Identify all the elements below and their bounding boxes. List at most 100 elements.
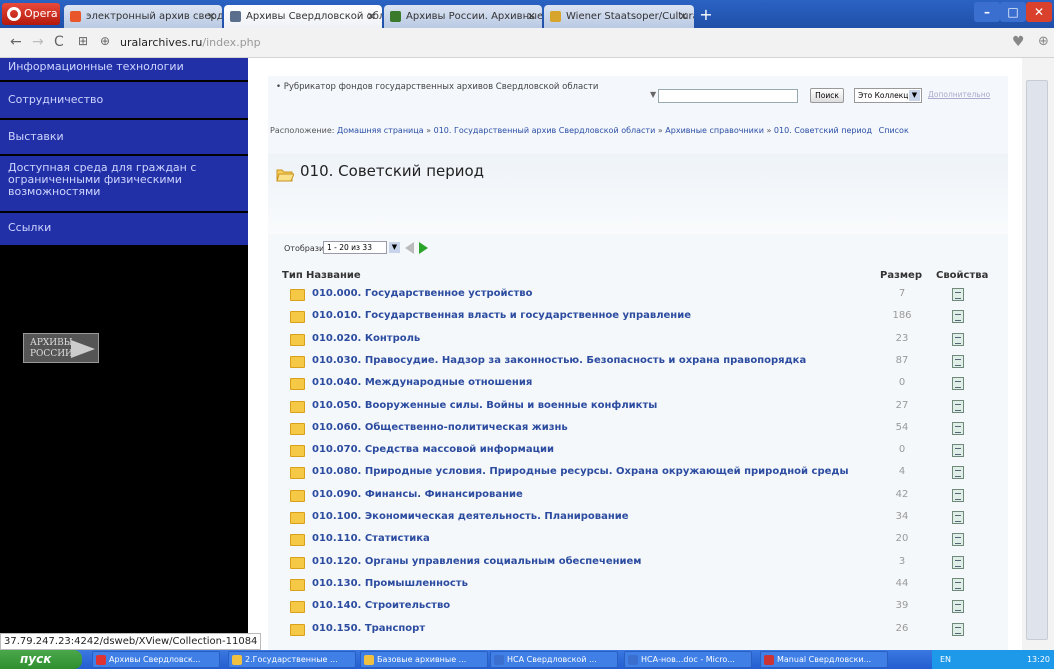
properties-icon[interactable]: [952, 488, 964, 502]
row-name-link[interactable]: 010.110. Статистика: [312, 533, 430, 544]
properties-icon[interactable]: [952, 577, 964, 591]
table-row: 010.150. Транспорт 26: [280, 619, 1000, 641]
properties-icon[interactable]: [952, 555, 964, 569]
folder-icon: [290, 512, 305, 524]
column-header-name[interactable]: Название: [306, 270, 361, 281]
tab-sverdlovsk-archives[interactable]: Архивы Свердловской обл ✕: [224, 5, 382, 28]
folder-icon: [290, 378, 305, 391]
breadcrumb-reference-link[interactable]: Архивные справочники: [665, 126, 764, 135]
row-name-link[interactable]: 010.070. Средства массовой информации: [312, 444, 554, 455]
task-app-icon: [494, 655, 504, 665]
new-tab-button[interactable]: +: [696, 5, 716, 25]
site-info-icon[interactable]: ⊕: [100, 34, 110, 48]
properties-icon[interactable]: [952, 354, 964, 368]
collection-select[interactable]: Это Коллекция ▼: [854, 88, 922, 103]
taskbar: пуск Архивы Свердловск... 2.Государственн…: [0, 650, 1054, 669]
close-tab-icon[interactable]: ✕: [527, 5, 536, 28]
start-button[interactable]: пуск: [0, 650, 82, 669]
search-button[interactable]: Поиск: [810, 88, 844, 103]
row-name-link[interactable]: 010.010. Государственная власть и госуда…: [312, 310, 691, 321]
properties-icon[interactable]: [952, 622, 964, 636]
sidebar-item-it[interactable]: Информационные технологии: [0, 58, 248, 80]
taskbar-task[interactable]: НСА-нов...doc - Micro...: [624, 651, 752, 668]
back-icon[interactable]: ←: [10, 34, 22, 50]
advanced-search-link[interactable]: Дополнительно: [928, 90, 990, 99]
download-icon[interactable]: ⊕: [1038, 34, 1049, 49]
close-tab-icon[interactable]: ✕: [679, 5, 688, 28]
properties-icon[interactable]: [952, 511, 964, 524]
sidebar-item-cooperation[interactable]: Сотрудничество: [0, 82, 248, 118]
row-name-link[interactable]: 010.100. Экономическая деятельность. Пла…: [312, 511, 629, 522]
taskbar-task[interactable]: Архивы Свердловск...: [92, 651, 220, 668]
opera-menu-button[interactable]: Opera: [2, 3, 60, 25]
maximize-button[interactable]: □: [1000, 2, 1026, 22]
row-name-link[interactable]: 010.120. Органы управления социальным об…: [312, 556, 641, 567]
tab-wiener-staatsoper[interactable]: Wiener Staatsoper/Cultural ✕: [544, 5, 694, 28]
row-name-link[interactable]: 010.130. Промышленность: [312, 578, 468, 589]
rubricator-link[interactable]: • Рубрикатор фондов государственных архи…: [276, 82, 598, 92]
breadcrumb-list-link[interactable]: Список: [879, 126, 909, 135]
row-name-link[interactable]: 010.030. Правосудие. Надзор за законност…: [312, 355, 806, 366]
properties-icon[interactable]: [952, 332, 964, 346]
taskbar-task[interactable]: 2.Государственные ...: [228, 651, 356, 668]
column-header-type[interactable]: Тип: [282, 270, 303, 281]
column-header-properties[interactable]: Свойства: [936, 270, 988, 281]
bookmark-heart-icon[interactable]: ♥: [1012, 34, 1025, 50]
properties-icon[interactable]: [952, 377, 964, 391]
sidebar-item-label-line: возможностями: [8, 185, 101, 198]
prev-page-icon[interactable]: [405, 242, 414, 254]
close-tab-icon[interactable]: ✕: [367, 5, 376, 28]
row-name-link[interactable]: 010.040. Международные отношения: [312, 377, 532, 388]
row-name-link[interactable]: 010.140. Строительство: [312, 600, 450, 611]
properties-icon[interactable]: [952, 533, 964, 547]
row-name-link[interactable]: 010.090. Финансы. Финансирование: [312, 489, 523, 500]
sidebar-item-links[interactable]: Ссылки: [0, 213, 248, 245]
folder-icon: [290, 623, 305, 636]
row-name-link[interactable]: 010.060. Общественно-политическая жизнь: [312, 422, 568, 433]
pager-select[interactable]: 1 - 20 из 33: [323, 241, 387, 254]
properties-icon[interactable]: [952, 310, 964, 324]
vertical-scrollbar[interactable]: [1022, 58, 1054, 650]
properties-icon[interactable]: [952, 466, 964, 480]
folder-icon: [290, 489, 305, 502]
close-window-button[interactable]: ✕: [1026, 2, 1052, 22]
row-name-link[interactable]: 010.150. Транспорт: [312, 623, 425, 634]
close-tab-icon[interactable]: ✕: [207, 5, 216, 28]
url-field[interactable]: uralarchives.ru/index.php: [120, 36, 261, 49]
properties-icon[interactable]: [952, 421, 964, 435]
row-name-link[interactable]: 010.000. Государственное устройство: [312, 288, 532, 299]
properties-icon[interactable]: [952, 288, 964, 301]
archives-of-russia-banner[interactable]: АРХИВЫ РОССИИ: [23, 333, 99, 363]
tab-russian-archives[interactable]: Архивы России. Архивные ✕: [384, 5, 542, 28]
properties-icon[interactable]: [952, 600, 964, 614]
taskbar-task[interactable]: НСА Свердловской ...: [490, 651, 618, 668]
tab-electronic-archive[interactable]: электронный архив свердл ✕: [64, 5, 222, 28]
row-size: 3: [898, 555, 906, 567]
breadcrumb-soviet-period-link[interactable]: 010. Советский период: [774, 126, 872, 135]
sidebar-item-exhibitions[interactable]: Выставки: [0, 120, 248, 154]
language-indicator[interactable]: EN: [940, 655, 951, 664]
breadcrumb-state-archive-link[interactable]: 010. Государственный архив Свердловской …: [434, 126, 656, 135]
row-size: 0: [898, 377, 906, 389]
chevron-down-icon[interactable]: ▼: [389, 242, 400, 253]
search-panel: • Рубрикатор фондов государственных архи…: [268, 76, 1008, 154]
taskbar-task[interactable]: Базовые архивные ...: [360, 651, 488, 668]
properties-icon[interactable]: [952, 399, 964, 413]
taskbar-task[interactable]: Manual Свердловски...: [760, 651, 888, 668]
column-header-size[interactable]: Размер: [880, 270, 922, 281]
scrollbar-thumb[interactable]: [1026, 80, 1048, 640]
chevron-down-icon[interactable]: ▼: [650, 90, 656, 99]
search-input[interactable]: [658, 89, 798, 103]
speed-dial-icon[interactable]: ⊞: [78, 34, 88, 48]
next-page-icon[interactable]: [419, 242, 428, 254]
breadcrumb-home-link[interactable]: Домашняя страница: [337, 126, 424, 135]
breadcrumb: Расположение: Домашняя страница » 010. Г…: [270, 125, 960, 136]
row-name-link[interactable]: 010.020. Контроль: [312, 333, 420, 344]
forward-icon[interactable]: →: [32, 34, 44, 50]
minimize-button[interactable]: –: [974, 2, 1000, 22]
row-name-link[interactable]: 010.050. Вооруженные силы. Войны и военн…: [312, 400, 657, 411]
properties-icon[interactable]: [952, 444, 964, 458]
row-name-link[interactable]: 010.080. Природные условия. Природные ре…: [312, 466, 849, 477]
sidebar-item-accessible-env[interactable]: Доступная среда для граждан с ограниченн…: [0, 156, 248, 211]
reload-icon[interactable]: C: [54, 34, 64, 50]
